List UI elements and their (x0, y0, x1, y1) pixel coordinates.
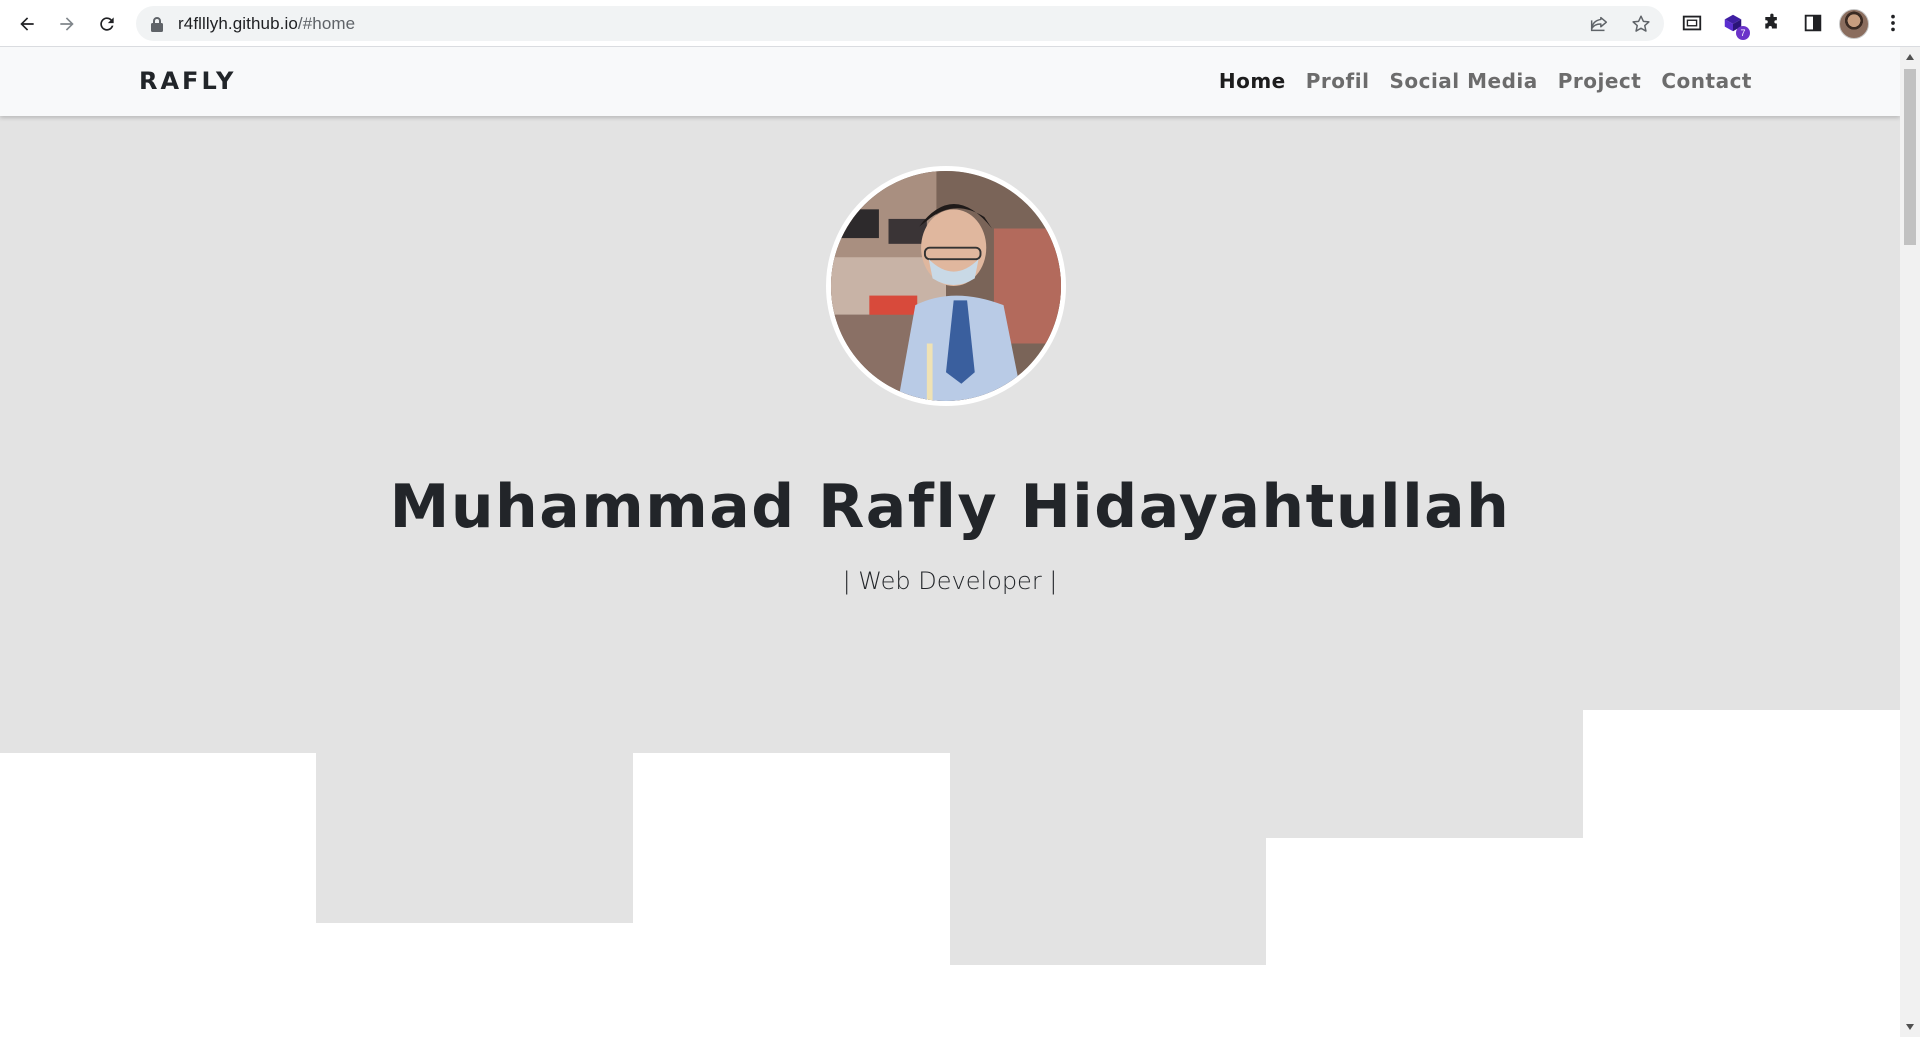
reload-button[interactable] (94, 11, 120, 37)
page-viewport: RAFLY Home Profil Social Media Project C… (0, 47, 1900, 1037)
side-panel-button[interactable] (1800, 10, 1826, 36)
puzzle-icon (1765, 13, 1777, 29)
url-text: r4flllyh.github.io/#home (178, 14, 356, 33)
screenshot-extension-button[interactable] (1679, 10, 1705, 36)
profile-photo-image (831, 171, 1061, 401)
share-icon[interactable] (1588, 13, 1610, 35)
nav-link-home[interactable]: Home (1219, 69, 1286, 93)
nav-menu: Home Profil Social Media Project Contact (1219, 69, 1752, 93)
extension-badge: 7 (1736, 26, 1750, 40)
back-arrow-icon (20, 17, 34, 31)
nav-link-project[interactable]: Project (1558, 69, 1642, 93)
scroll-down-arrow-icon[interactable] (1905, 1023, 1915, 1031)
lock-icon (151, 17, 163, 32)
forward-arrow-icon (60, 17, 74, 31)
back-button[interactable] (14, 11, 40, 37)
nav-link-contact[interactable]: Contact (1661, 69, 1752, 93)
reload-icon (100, 17, 114, 31)
side-panel-icon (1804, 14, 1822, 32)
kebab-menu-icon (1891, 14, 1895, 32)
page-scrollbar[interactable] (1900, 47, 1920, 1037)
screen-capture-icon (1682, 15, 1702, 31)
scroll-thumb[interactable] (1904, 69, 1916, 245)
address-bar[interactable]: r4flllyh.github.io/#home (136, 6, 1664, 41)
hero-subtitle: | Web Developer | (842, 567, 1058, 595)
hero-name-heading: Muhammad Rafly Hidayahtullah (389, 472, 1511, 542)
profile-photo (826, 166, 1066, 406)
brand-logo[interactable]: RAFLY (139, 67, 236, 95)
bookmark-star-icon[interactable] (1630, 13, 1652, 35)
extensions-button[interactable] (1760, 10, 1786, 36)
browser-menu-button[interactable] (1880, 10, 1906, 36)
forward-button[interactable] (54, 11, 80, 37)
profile-avatar[interactable] (1839, 9, 1869, 39)
browser-toolbar: r4flllyh.github.io/#home 7 (0, 0, 1920, 47)
nav-link-profil[interactable]: Profil (1306, 69, 1370, 93)
nav-link-social-media[interactable]: Social Media (1389, 69, 1537, 93)
top-navbar: RAFLY Home Profil Social Media Project C… (0, 47, 1900, 116)
scroll-up-arrow-icon[interactable] (1905, 53, 1915, 61)
